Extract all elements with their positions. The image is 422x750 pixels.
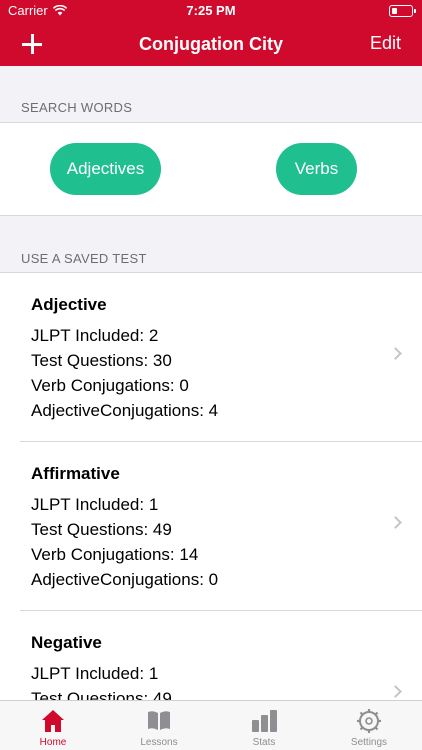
adjectives-button[interactable]: Adjectives [50,143,161,195]
jlpt-included: JLPT Included: 1 [31,664,159,683]
verbs-button[interactable]: Verbs [276,143,357,195]
battery-icon [389,5,416,17]
verb-conjugations: Verb Conjugations: 14 [31,545,199,564]
saved-test-row-affirmative[interactable]: Affirmative JLPT Included: 1 Test Questi… [0,442,422,611]
tab-bar: Home Lessons Stats Settings [0,700,422,750]
tab-settings[interactable]: Settings [316,701,422,750]
tab-stats-label: Stats [252,737,276,748]
tab-settings-label: Settings [350,737,388,748]
saved-test-header: USE A SAVED TEST [21,251,147,266]
navigation-bar: Conjugation City Edit [0,22,422,66]
saved-test-row-adjective[interactable]: Adjective JLPT Included: 2 Test Question… [0,273,422,442]
saved-test-row-negative[interactable]: Negative JLPT Included: 1 Test Questions… [0,611,422,702]
search-words-header: SEARCH WORDS [21,100,133,115]
chevron-right-icon [389,516,402,529]
test-name: Negative [31,633,102,652]
test-questions: Test Questions: 30 [31,351,172,370]
jlpt-included: JLPT Included: 1 [31,495,159,514]
saved-tests-list: Adjective JLPT Included: 2 Test Question… [0,272,422,702]
tab-stats[interactable]: Stats [211,701,317,750]
chevron-right-icon [389,347,402,360]
adjective-conjugations: AdjectiveConjugations: 4 [31,401,219,420]
chevron-right-icon [389,685,402,698]
page-title: Conjugation City [139,34,283,54]
bar-chart-icon [252,710,277,732]
tab-lessons-label: Lessons [140,737,178,748]
jlpt-included: JLPT Included: 2 [31,326,159,345]
test-name: Affirmative [31,464,120,483]
gear-icon [357,709,381,733]
search-words-card: Adjectives Verbs [0,122,422,216]
edit-button[interactable]: Edit [370,33,401,54]
status-bar: Carrier 7:25 PM [0,0,422,22]
tab-home[interactable]: Home [0,701,106,750]
book-icon [148,711,170,730]
home-icon [42,710,64,732]
test-questions: Test Questions: 49 [31,520,172,539]
status-time: 7:25 PM [186,3,236,18]
tab-home-label: Home [39,737,67,748]
adjective-conjugations: AdjectiveConjugations: 0 [31,570,219,589]
tab-lessons[interactable]: Lessons [106,701,212,750]
test-name: Adjective [31,295,107,314]
verb-conjugations: Verb Conjugations: 0 [31,376,189,395]
